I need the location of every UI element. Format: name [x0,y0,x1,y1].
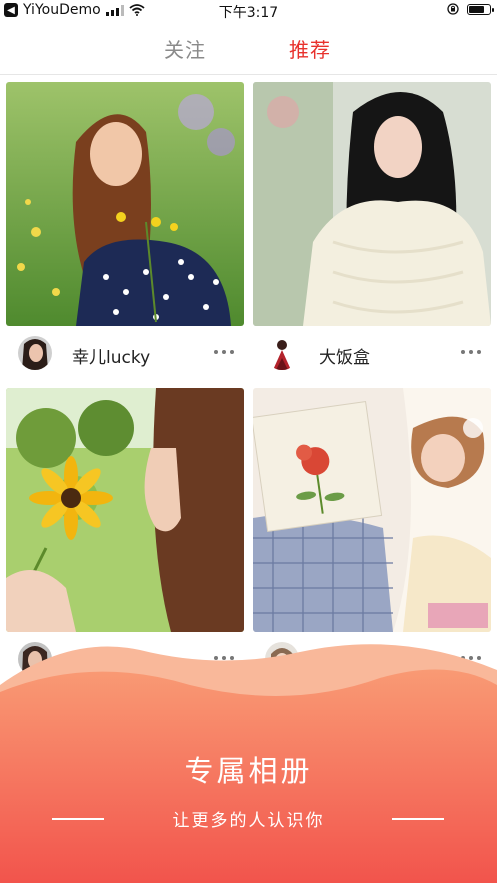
status-time: 下午3:17 [218,5,279,21]
orientation-lock-icon [447,3,459,15]
battery-icon [467,3,494,15]
more-icon[interactable] [461,350,481,354]
promo-banner[interactable]: 专属相册 让更多的人认识你 [0,630,497,883]
card-photo[interactable] [253,82,491,326]
card-photo[interactable] [6,82,244,326]
card-photo[interactable] [253,388,491,632]
avatar[interactable] [265,336,299,370]
card-photo[interactable] [6,388,244,632]
banner-title: 专属相册 [184,754,313,788]
card-author: 幸儿lucky [6,326,244,382]
tab-bar: 关注 推荐 [0,22,497,75]
status-right [447,3,494,15]
photo-card[interactable]: 幸儿lucky [6,82,244,382]
tab-recommend[interactable]: 推荐 [289,34,331,63]
author-name[interactable]: 幸儿lucky [72,343,150,368]
avatar[interactable] [18,336,52,370]
status-bar: ◀ YiYouDemo 下午3:17 [0,0,497,22]
author-name[interactable]: 大饭盒 [319,343,370,368]
more-icon[interactable] [214,350,234,354]
tab-follow[interactable]: 关注 [164,34,206,63]
photo-card[interactable]: 大饭盒 [253,82,491,382]
divider-right [392,818,444,820]
card-author: 大饭盒 [253,326,491,382]
